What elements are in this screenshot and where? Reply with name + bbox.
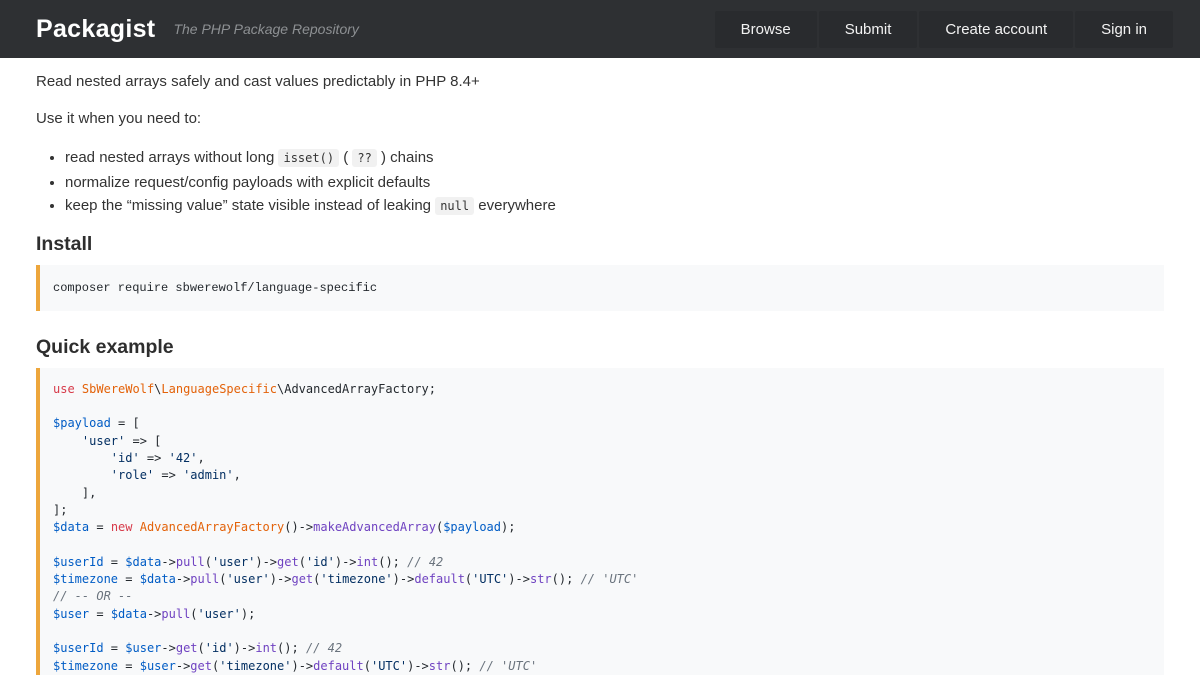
code-line: 'user' => [ [53,433,1148,450]
code-line: 'role' => 'admin', [53,467,1148,484]
readme-use-when: Use it when you need to: [36,109,1164,128]
code-line [53,536,1148,553]
code-line: $user = $data->pull('user'); [53,606,1148,623]
feature-list: read nested arrays without long isset() … [36,146,1164,219]
bullet-text: read nested arrays without long [65,149,278,166]
nav-sign-in[interactable]: Sign in [1075,11,1173,48]
readme-content: Read nested arrays safely and cast value… [0,58,1200,675]
main-nav: BrowseSubmitCreate accountSign in [713,11,1200,48]
code-line: use SbWereWolf\LanguageSpecific\Advanced… [53,381,1148,398]
bullet-text: everywhere [474,197,556,214]
top-nav-bar: Packagist The PHP Package Repository Bro… [0,0,1200,58]
code-line [53,623,1148,640]
install-heading: Install [36,233,1164,255]
code-line: $data = new AdvancedArrayFactory()->make… [53,519,1148,536]
nav-browse[interactable]: Browse [715,11,817,48]
nav-submit[interactable]: Submit [819,11,918,48]
nav-create-account[interactable]: Create account [919,11,1073,48]
bullet-text: keep the “missing value” state visible i… [65,197,435,214]
code-line: ], [53,485,1148,502]
quick-example-heading: Quick example [36,336,1164,358]
code-line: $userId = $data->pull('user')->get('id')… [53,554,1148,571]
feature-bullet: read nested arrays without long isset() … [65,146,1164,171]
bullet-text: normalize request/config payloads with e… [65,174,430,191]
code-line: $timezone = $user->get('timezone')->defa… [53,658,1148,675]
inline-code: null [435,197,474,215]
install-code-block: composer require sbwerewolf/language-spe… [36,265,1164,311]
install-command: composer require sbwerewolf/language-spe… [53,281,377,295]
readme-intro: Read nested arrays safely and cast value… [36,72,1164,91]
bullet-text: ( [339,149,352,166]
packagist-logo[interactable]: Packagist [36,15,155,44]
quick-example-code-block: use SbWereWolf\LanguageSpecific\Advanced… [36,368,1164,675]
code-line [53,398,1148,415]
bullet-text: ) chains [377,149,434,166]
code-line: $userId = $user->get('id')->int(); // 42 [53,640,1148,657]
feature-bullet: normalize request/config payloads with e… [65,171,1164,195]
code-line: ]; [53,502,1148,519]
inline-code: isset() [278,149,339,167]
feature-bullet: keep the “missing value” state visible i… [65,194,1164,219]
code-line: 'id' => '42', [53,450,1148,467]
code-line: $payload = [ [53,415,1148,432]
code-line: // -- OR -- [53,588,1148,605]
code-line: $timezone = $data->pull('user')->get('ti… [53,571,1148,588]
inline-code: ?? [352,149,376,167]
site-tagline: The PHP Package Repository [173,21,358,37]
